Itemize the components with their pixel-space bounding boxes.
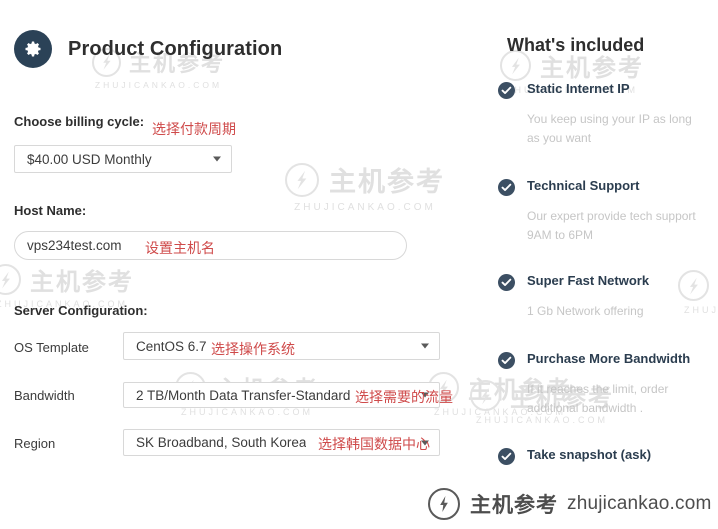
bandwidth-label: Bandwidth <box>14 388 75 403</box>
billing-cycle-annotation: 选择付款周期 <box>152 121 236 137</box>
host-name-annotation: 设置主机名 <box>145 240 215 256</box>
included-item-description: 1 Gb Network offering <box>527 304 644 318</box>
os-template-annotation: 选择操作系统 <box>211 341 295 357</box>
region-value: SK Broadband, South Korea <box>136 435 307 450</box>
whats-included-title: What's included <box>507 35 645 55</box>
included-item-title: Take snapshot (ask) <box>527 447 652 462</box>
included-item-title: Purchase More Bandwidth <box>527 351 691 366</box>
region-label: Region <box>14 436 56 451</box>
included-item-take-snapshot: Take snapshot (ask) <box>498 447 718 465</box>
included-item-description: If it reaches the limit, order additiona… <box>527 382 669 415</box>
billing-cycle-label: Choose billing cycle: <box>14 114 145 129</box>
site-brand-watermark: 主机参考 zhujicankao.com <box>428 488 712 520</box>
page-title: Product Configuration <box>68 37 283 60</box>
brand-cn-text: 主机参考 <box>470 494 558 517</box>
whats-included-panel: What's included Static Internet IP You k… <box>490 0 718 529</box>
included-item-super-fast-network: Super Fast Network 1 Gb Network offering <box>498 273 718 321</box>
included-item-static-ip: Static Internet IP You keep using your I… <box>498 81 718 148</box>
included-item-purchase-more-bandwidth: Purchase More Bandwidth If it reaches th… <box>498 351 718 418</box>
check-circle-icon <box>498 179 515 196</box>
chevron-down-icon <box>213 156 221 162</box>
billing-cycle-select[interactable]: $40.00 USD Monthly <box>14 145 232 173</box>
gear-icon <box>14 30 52 68</box>
bandwidth-value: 2 TB/Month Data Transfer-Standard <box>136 387 351 403</box>
included-item-title: Static Internet IP <box>527 81 630 96</box>
check-circle-icon <box>498 274 515 291</box>
brand-logo-icon <box>428 488 460 520</box>
included-item-title: Technical Support <box>527 178 640 193</box>
included-item-description: Our expert provide tech support 9AM to 6… <box>527 209 696 242</box>
brand-en-text: zhujicankao.com <box>567 493 712 514</box>
included-item-description: You keep using your IP as long as you wa… <box>527 112 692 145</box>
chevron-down-icon <box>421 343 429 349</box>
server-configuration-label: Server Configuration: <box>14 303 148 318</box>
check-circle-icon <box>498 352 515 369</box>
check-circle-icon <box>498 82 515 99</box>
region-annotation: 选择韩国数据中心 <box>318 436 430 452</box>
bandwidth-annotation: 选择需要的流量 <box>355 389 453 405</box>
os-template-value: CentOS 6.7 <box>136 338 207 354</box>
host-name-label: Host Name: <box>14 203 87 218</box>
check-circle-icon <box>498 448 515 465</box>
included-item-technical-support: Technical Support Our expert provide tec… <box>498 178 718 245</box>
host-name-value: vps234test.com <box>27 238 122 253</box>
billing-cycle-value: $40.00 USD Monthly <box>27 151 152 167</box>
os-template-label: OS Template <box>14 340 89 355</box>
included-item-title: Super Fast Network <box>527 273 650 288</box>
product-configuration-panel: Product Configuration Choose billing cyc… <box>0 0 470 529</box>
page-header: Product Configuration <box>14 30 282 68</box>
